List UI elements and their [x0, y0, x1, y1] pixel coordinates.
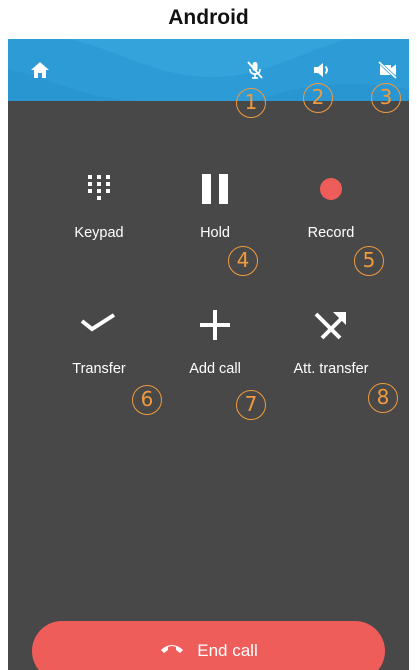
record-label: Record — [307, 225, 355, 241]
annotation-badge-7: 7 — [236, 390, 266, 420]
attended-transfer-icon — [314, 312, 346, 340]
keypad-button[interactable]: Keypad — [44, 159, 154, 259]
add-call-label: Add call — [189, 361, 241, 377]
annotation-badge-6: 6 — [132, 385, 162, 415]
video-off-icon — [377, 60, 398, 80]
hold-button[interactable]: Hold — [160, 159, 270, 259]
transfer-check-icon — [80, 313, 116, 332]
annotation-badge-4: 4 — [228, 246, 258, 276]
video-button[interactable] — [374, 56, 402, 84]
end-call-label: End call — [197, 641, 258, 660]
dialpad-icon — [88, 175, 110, 200]
record-button[interactable]: Record — [276, 159, 386, 259]
mute-button[interactable] — [241, 56, 269, 84]
add-call-button[interactable]: Add call — [160, 295, 270, 395]
plus-icon — [200, 310, 230, 340]
hang-up-icon — [161, 645, 184, 653]
att-transfer-label: Att. transfer — [293, 361, 369, 377]
home-button[interactable] — [26, 56, 54, 84]
speaker-button[interactable] — [308, 56, 336, 84]
annotation-badge-3: 3 — [371, 83, 401, 113]
annotation-badge-1: 1 — [236, 88, 266, 118]
speaker-icon — [314, 63, 328, 77]
hold-label: Hold — [200, 225, 230, 241]
mic-muted-icon — [247, 61, 263, 79]
transfer-label: Transfer — [72, 361, 126, 377]
platform-title: Android — [168, 6, 249, 29]
home-icon — [31, 62, 49, 78]
pause-icon — [202, 174, 228, 204]
annotation-badge-8: 8 — [368, 383, 398, 413]
transfer-button[interactable]: Transfer — [44, 295, 154, 395]
record-dot-icon — [320, 178, 342, 200]
call-toolbar — [8, 39, 409, 101]
annotation-badge-2: 2 — [303, 83, 333, 113]
end-call-button[interactable]: End call — [32, 621, 385, 670]
call-screen: Keypad Hold Record Transfer Add call Att… — [8, 39, 409, 670]
annotation-badge-5: 5 — [354, 246, 384, 276]
keypad-label: Keypad — [74, 225, 124, 241]
att-transfer-button[interactable]: Att. transfer — [276, 295, 386, 395]
toolbar-wave-decoration — [8, 39, 409, 101]
